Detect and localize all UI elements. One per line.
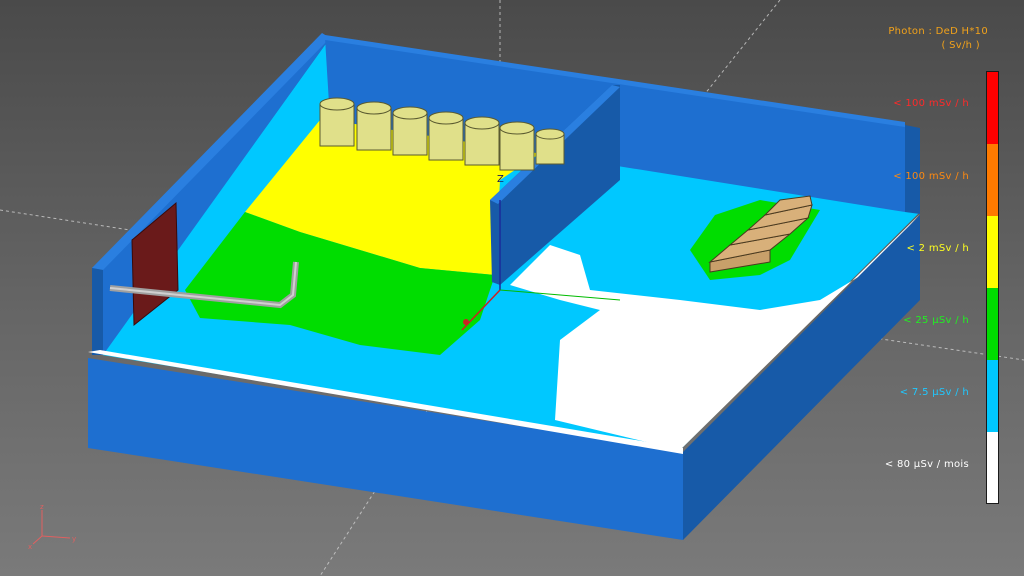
wall-right (905, 125, 920, 214)
3d-viewport[interactable]: Z (0, 0, 1024, 576)
tank-3 (392, 106, 428, 156)
triad-y-label: y (72, 535, 76, 543)
tank-2 (356, 101, 392, 151)
tank-7 (535, 128, 565, 165)
tank-6 (499, 121, 535, 171)
tank-5 (464, 116, 500, 166)
z-axis-label: Z (497, 174, 504, 185)
tank-4 (428, 111, 464, 161)
tank-1 (319, 97, 355, 147)
axis-triad: z y x (28, 503, 76, 550)
triad-z-label: z (40, 503, 44, 511)
wall-left-face (92, 268, 103, 355)
triad-x-label: x (28, 543, 32, 550)
